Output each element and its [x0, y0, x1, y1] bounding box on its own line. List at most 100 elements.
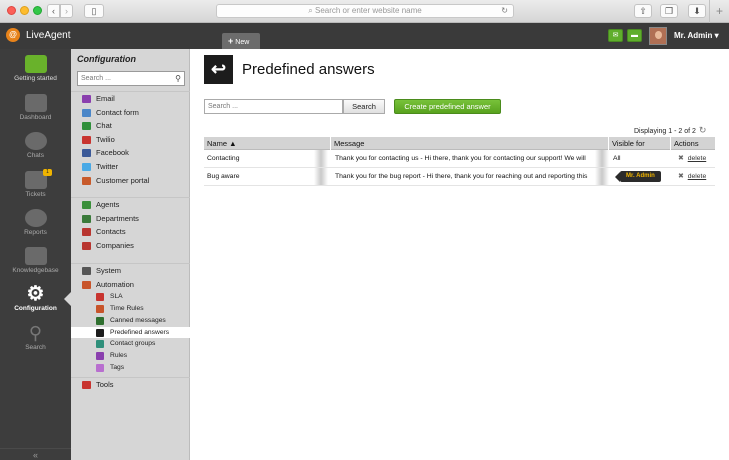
- config-item-label: Tags: [110, 363, 125, 371]
- config-item-email[interactable]: Email: [71, 92, 190, 106]
- nav-reports[interactable]: Reports: [0, 209, 71, 236]
- table-row[interactable]: Bug aware Thank you for the bug report -…: [204, 168, 715, 186]
- config-item-rules[interactable]: Rules: [71, 350, 190, 362]
- config-item-canned-messages[interactable]: Canned messages: [71, 315, 190, 327]
- nav-label: Getting started: [14, 75, 57, 82]
- config-item-twitter[interactable]: Twitter: [71, 160, 190, 174]
- page-title: Predefined answers: [242, 61, 375, 78]
- config-item-system[interactable]: System: [71, 264, 190, 278]
- column-fade: [595, 168, 609, 185]
- config-item-label: Automation: [96, 279, 134, 289]
- sla-icon: [96, 293, 104, 302]
- tools-icon: [82, 381, 91, 389]
- config-item-departments[interactable]: Departments: [71, 212, 190, 226]
- reload-icon[interactable]: ↻: [501, 5, 508, 17]
- paging-text: Displaying 1 - 2 of 2: [634, 128, 696, 135]
- config-item-automation[interactable]: Automation: [71, 278, 190, 292]
- share-icon[interactable]: ⇧: [634, 4, 652, 18]
- nav-knowledgebase[interactable]: Knowledgebase: [0, 247, 71, 274]
- close-window-button[interactable]: [7, 6, 16, 15]
- dashboard-icon: [24, 94, 47, 112]
- column-label: Message: [334, 139, 365, 148]
- download-icon[interactable]: ⬇: [688, 4, 706, 18]
- back-button[interactable]: ‹: [47, 4, 60, 18]
- new-tab-button[interactable]: +: [709, 0, 729, 23]
- email-icon: [82, 95, 91, 103]
- chat-icon: [82, 122, 91, 131]
- config-item-label: Agents: [96, 200, 120, 209]
- refresh-icon[interactable]: ↻: [699, 125, 707, 135]
- config-item-contact-form[interactable]: Contact form: [71, 106, 190, 120]
- rules-icon: [96, 352, 104, 361]
- config-item-facebook[interactable]: Facebook: [71, 146, 190, 160]
- nav-chats[interactable]: Chats: [0, 132, 71, 159]
- config-item-customer-portal[interactable]: Customer portal: [71, 174, 190, 188]
- config-search-placeholder: Search ...: [81, 75, 111, 82]
- table-row[interactable]: Contacting Thank you for contacting us -…: [204, 150, 715, 168]
- nav-label: Configuration: [14, 305, 57, 312]
- config-search-input[interactable]: Search ... ⚲: [77, 71, 185, 86]
- nav-getting-started[interactable]: Getting started: [0, 55, 71, 82]
- address-bar[interactable]: ⌕ Search or enter website name ↻: [216, 4, 514, 18]
- column-fade: [314, 168, 328, 185]
- nav-search[interactable]: ⚲ Search: [0, 324, 71, 351]
- mail-icon[interactable]: ✉: [608, 29, 623, 42]
- config-item-label: System: [96, 266, 122, 275]
- config-item-tags[interactable]: Tags: [71, 362, 190, 374]
- column-fade: [314, 150, 328, 167]
- chat-icon[interactable]: ▬: [627, 29, 642, 42]
- config-item-companies[interactable]: Companies: [71, 239, 190, 253]
- config-item-label: Facebook: [96, 148, 129, 158]
- search-icon: ⌕: [308, 6, 315, 15]
- config-item-label: Tools: [96, 380, 114, 389]
- config-item-label: Customer portal: [96, 175, 150, 185]
- config-item-agents[interactable]: Agents: [71, 198, 190, 212]
- column-header-name[interactable]: Name ▲: [204, 137, 331, 150]
- liveagent-logo-icon: @: [6, 28, 20, 42]
- sidebar-toggle-icon[interactable]: ▯: [84, 4, 104, 18]
- config-group-people: Agents Departments Contacts Companies: [71, 197, 190, 252]
- column-header-message[interactable]: Message: [331, 137, 609, 150]
- avatar[interactable]: [649, 27, 667, 45]
- config-item-sla[interactable]: SLA: [71, 291, 190, 303]
- config-item-label: Predefined answers: [110, 328, 170, 336]
- forward-button[interactable]: ›: [60, 4, 73, 18]
- collapse-sidebar-button[interactable]: «: [0, 448, 71, 460]
- active-nav-pointer: [64, 292, 71, 306]
- search-button[interactable]: Search: [343, 99, 385, 114]
- config-item-label: Twilio: [96, 134, 115, 144]
- user-name: Mr. Admin: [674, 31, 713, 40]
- config-item-contact-groups[interactable]: Contact groups: [71, 338, 190, 350]
- app-header: @ LiveAgent + New ✉ ▬ Mr. Admin ▾: [0, 23, 729, 49]
- delete-link[interactable]: ✖ delete: [675, 168, 715, 185]
- delete-link[interactable]: ✖ delete: [675, 150, 715, 167]
- sort-asc-icon: ▲: [229, 139, 237, 148]
- column-header-visible-for[interactable]: Visible for: [609, 137, 671, 150]
- config-item-predefined-answers[interactable]: Predefined answers: [71, 326, 190, 339]
- user-menu[interactable]: Mr. Admin ▾: [674, 31, 719, 40]
- magnifier-icon: ⚲: [28, 323, 43, 343]
- nav-dashboard[interactable]: Dashboard: [0, 94, 71, 121]
- config-item-twilio[interactable]: Twilio: [71, 133, 190, 147]
- chevron-down-icon: ▾: [714, 31, 719, 40]
- search-input[interactable]: Search ...: [204, 99, 343, 114]
- nav-tickets[interactable]: 1 Tickets: [0, 169, 71, 198]
- getting-started-icon: [24, 55, 47, 73]
- config-item-chat[interactable]: Chat: [71, 119, 190, 133]
- config-item-contacts[interactable]: Contacts: [71, 225, 190, 239]
- contact-form-icon: [82, 108, 91, 117]
- minimize-window-button[interactable]: [20, 6, 29, 15]
- config-item-tools[interactable]: Tools: [71, 378, 190, 392]
- time-rules-icon: [96, 304, 104, 313]
- tab-overview-icon[interactable]: ❐: [660, 4, 678, 18]
- zoom-window-button[interactable]: [33, 6, 42, 15]
- new-tab-button[interactable]: + New: [222, 33, 260, 49]
- search-icon[interactable]: ⚲: [175, 72, 181, 85]
- config-item-time-rules[interactable]: Time Rules: [71, 303, 190, 315]
- delete-label: delete: [687, 155, 707, 162]
- nav-configuration[interactable]: ⚙ Configuration: [0, 284, 71, 312]
- create-predefined-answer-button[interactable]: Create predefined answer: [394, 99, 501, 114]
- column-label: Name: [207, 139, 228, 148]
- cell-message: Thank you for the bug report - Hi there,…: [335, 173, 588, 180]
- config-item-label: Contact groups: [110, 340, 156, 348]
